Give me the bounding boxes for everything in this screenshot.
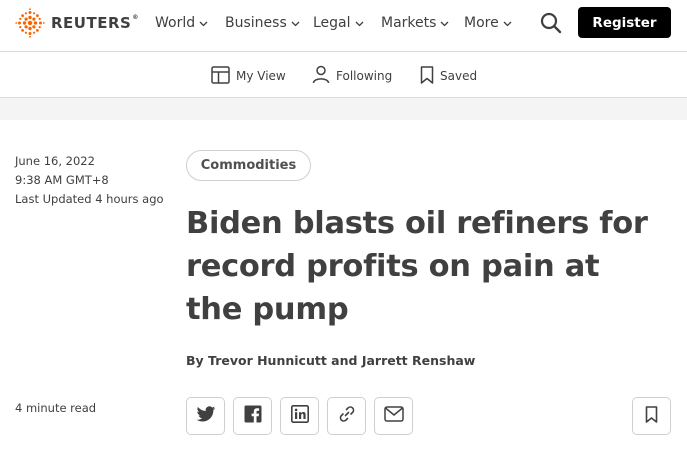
following-link[interactable]: Following <box>312 65 392 87</box>
chevron-down-icon <box>355 15 364 31</box>
person-icon <box>312 65 336 87</box>
top-navigation: REUTERS® World Business Legal Markets Mo… <box>0 0 687 52</box>
twitter-icon <box>196 405 216 427</box>
reuters-logo-mark-icon <box>15 8 45 38</box>
search-icon <box>538 12 564 40</box>
nav-markets-label: Markets <box>381 15 437 31</box>
nav-world[interactable]: World <box>155 14 208 32</box>
my-view-label: My View <box>236 69 286 83</box>
author-link[interactable]: Trevor Hunnicutt <box>208 353 327 368</box>
section-divider <box>0 98 687 120</box>
topic-tag-commodities[interactable]: Commodities <box>186 150 311 181</box>
last-updated: Last Updated 4 hours ago <box>15 192 164 206</box>
secondary-navigation: My View Following Saved <box>0 53 687 98</box>
read-time: 4 minute read <box>15 401 97 415</box>
save-article-button[interactable] <box>632 397 671 435</box>
share-linkedin-button[interactable] <box>280 397 319 435</box>
chevron-down-icon <box>440 15 449 31</box>
facebook-icon <box>244 405 262 427</box>
nav-legal-label: Legal <box>313 15 351 31</box>
nav-business-label: Business <box>225 15 287 31</box>
nav-business[interactable]: Business <box>225 14 300 32</box>
bookmark-icon <box>645 405 658 427</box>
reuters-logo[interactable]: REUTERS® <box>15 8 139 38</box>
saved-label: Saved <box>440 69 478 83</box>
byline-and: and <box>331 353 358 368</box>
following-label: Following <box>336 69 393 83</box>
saved-link[interactable]: Saved <box>420 65 477 87</box>
my-view-icon <box>211 65 236 87</box>
email-icon <box>383 406 404 426</box>
share-link-button[interactable] <box>327 397 366 435</box>
article-dateline: June 16, 2022 9:38 AM GMT+8 Last Updated… <box>15 152 164 209</box>
nav-more-label: More <box>464 15 499 31</box>
chevron-down-icon <box>503 15 512 31</box>
article-headline: Biden blasts oil refiners for record pro… <box>186 206 648 327</box>
chevron-down-icon <box>291 15 300 31</box>
search-button[interactable] <box>538 10 564 36</box>
logo-wordmark: REUTERS® <box>51 14 139 32</box>
publish-time: 9:38 AM GMT+8 <box>15 173 109 187</box>
share-email-button[interactable] <box>374 397 413 435</box>
share-twitter-button[interactable] <box>186 397 225 435</box>
author-link[interactable]: Jarrett Renshaw <box>362 353 476 368</box>
chevron-down-icon <box>199 15 208 31</box>
nav-more[interactable]: More <box>464 14 512 32</box>
bookmark-icon <box>420 65 440 87</box>
register-button[interactable]: Register <box>578 7 671 38</box>
nav-markets[interactable]: Markets <box>381 14 449 32</box>
share-facebook-button[interactable] <box>233 397 272 435</box>
nav-legal[interactable]: Legal <box>313 14 364 32</box>
my-view-link[interactable]: My View <box>211 65 286 87</box>
link-icon <box>337 404 357 428</box>
publish-date: June 16, 2022 <box>15 154 95 168</box>
byline-prefix: By <box>186 353 204 368</box>
linkedin-icon <box>290 405 309 427</box>
byline: By Trevor Hunnicutt and Jarrett Renshaw <box>186 353 475 368</box>
nav-world-label: World <box>155 15 196 31</box>
